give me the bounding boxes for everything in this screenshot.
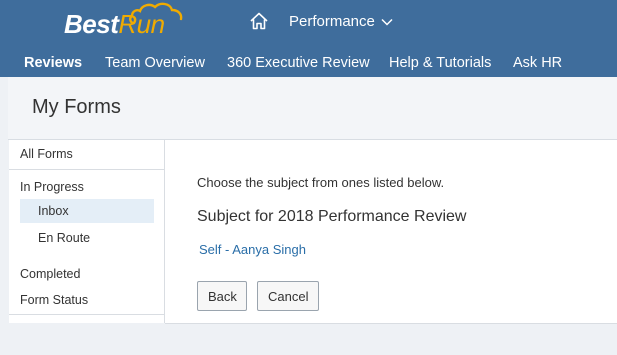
module-switcher[interactable]: Performance [289,13,393,30]
sidebar-item-completed[interactable]: Completed [20,267,80,281]
sidebar-item-all-forms[interactable]: All Forms [20,147,73,161]
nav-help-tutorials[interactable]: Help & Tutorials [389,55,491,71]
shell-header: Best Run Performance Reviews Team Overvie… [0,0,617,77]
cloud-logo-icon [129,2,183,25]
logo-text-main: Best [64,8,119,39]
subject-chooser-panel: Choose the subject from ones listed belo… [165,140,617,324]
page-header: My Forms [8,77,617,140]
sidebar-divider [9,314,164,315]
bestrun-logo[interactable]: Best Run [64,2,183,41]
sidebar-item-inbox[interactable]: Inbox [38,204,69,218]
sidebar-item-form-status[interactable]: Form Status [20,293,88,307]
nav-reviews[interactable]: Reviews [24,55,82,71]
page-footer-area [8,324,617,355]
page-title: My Forms [32,96,121,118]
top-navigation: Reviews Team Overview 360 Executive Revi… [0,44,617,77]
sidebar-divider [9,169,164,170]
forms-sidebar: All Forms In Progress Inbox En Route Com… [9,140,165,323]
nav-ask-hr[interactable]: Ask HR [513,55,562,71]
sidebar-item-en-route[interactable]: En Route [38,231,90,245]
back-button[interactable]: Back [197,281,247,311]
instruction-text: Choose the subject from ones listed belo… [197,175,445,190]
nav-360-executive-review[interactable]: 360 Executive Review [227,55,370,71]
nav-team-overview[interactable]: Team Overview [105,55,205,71]
cancel-button[interactable]: Cancel [257,281,319,311]
sidebar-item-in-progress[interactable]: In Progress [20,180,84,194]
self-subject-link[interactable]: Self - Aanya Singh [199,242,306,257]
module-label: Performance [289,13,375,30]
home-icon[interactable] [249,11,269,31]
subject-title: Subject for 2018 Performance Review [197,208,467,225]
chevron-down-icon [381,18,393,26]
